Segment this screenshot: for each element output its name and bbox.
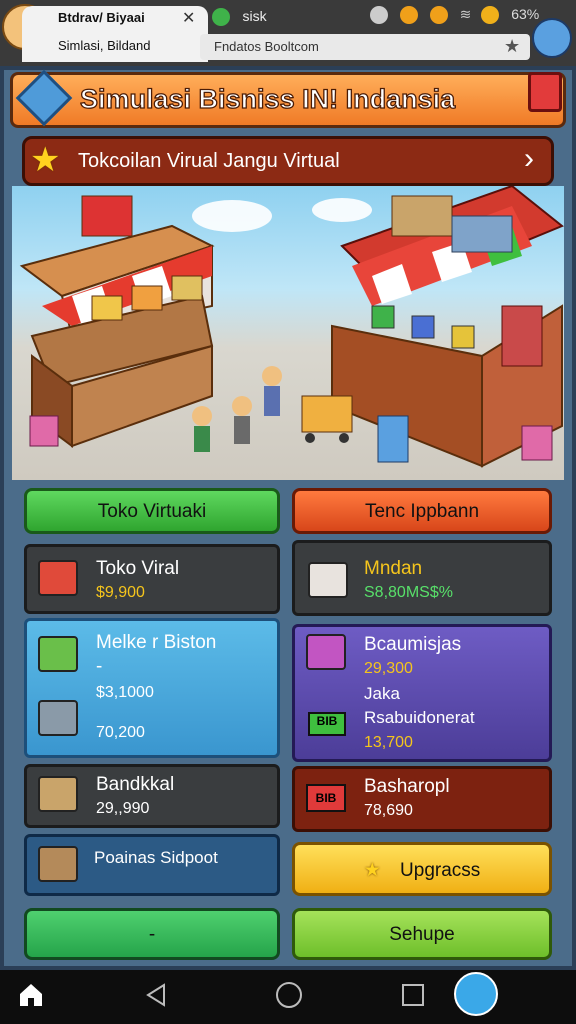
alert-icon <box>481 6 500 25</box>
card-title: Mndan <box>364 558 423 579</box>
bottom-green-label: - <box>148 924 156 945</box>
card-title: Basharopl <box>364 776 450 797</box>
card-title: Poainas Sidpoot <box>94 848 218 867</box>
upgrade-label: Upgracss <box>400 860 481 881</box>
cash-icon <box>38 636 78 672</box>
card-value: 29,300 <box>364 660 413 677</box>
card-value: 29,,990 <box>96 800 150 817</box>
store-box-icon <box>38 560 78 596</box>
card-value-2: 13,700 <box>364 734 413 751</box>
home-icon <box>370 6 388 25</box>
crate-icon <box>38 776 78 812</box>
profile-avatar[interactable] <box>532 18 572 58</box>
close-icon[interactable]: ✕ <box>182 8 195 28</box>
wifi-icon: ≋ <box>459 6 472 22</box>
card-value: S8,80MS$% <box>364 584 453 601</box>
virtual-shop-label: Toko Virtuaki <box>97 501 207 522</box>
browser-tab-2[interactable]: sisk <box>212 8 332 32</box>
game-title: Simulasi Bisniss IN! Indansia <box>79 83 456 114</box>
card-value: 78,690 <box>364 802 413 819</box>
game-scene <box>12 186 564 480</box>
tab-title: Btdrav/ Biyaai <box>58 10 145 25</box>
star-icon: ★ <box>30 141 61 179</box>
shop-orange-label: Tenc Ippbann <box>364 501 480 522</box>
card-title: Bcaumisjas <box>364 634 462 655</box>
banner-text: Tokcoilan Virual Jangu Virtual <box>78 150 340 172</box>
coin-icon <box>429 6 448 25</box>
shops-illustration <box>19 186 564 468</box>
browser-tab-active[interactable]: Btdrav/ Biyaai ✕ Simlasi, Bildand <box>22 6 208 62</box>
card-value: $3,1000 <box>96 684 154 701</box>
tab-favicon-icon <box>212 8 230 26</box>
package-icon <box>308 562 348 598</box>
home-icon[interactable] <box>16 980 46 1010</box>
shop-orange-button[interactable]: Tenc Ippbann <box>292 488 552 534</box>
upgrade-button[interactable]: ★ Upgracss <box>292 842 552 896</box>
tag-badge: BIB <box>306 784 346 812</box>
battery-level: 63% <box>511 6 540 22</box>
card-value-2: 70,200 <box>96 724 145 741</box>
card-line: Jaka <box>364 684 400 703</box>
back-icon[interactable] <box>144 982 170 1008</box>
gift-box-icon <box>306 634 346 670</box>
url-text: Fndatos Booltcom <box>214 39 319 54</box>
card-line: - <box>96 656 103 677</box>
tab2-title: sisk <box>242 8 267 25</box>
gift-icon[interactable] <box>528 72 562 112</box>
virtual-shop-button[interactable]: Toko Virtuaki <box>24 488 280 534</box>
chevron-right-icon[interactable]: › <box>524 142 534 176</box>
setup-label: Sehupe <box>389 924 455 945</box>
tag-text: BIB <box>315 791 337 805</box>
star-icon: ★ <box>363 860 381 881</box>
tab-subtitle: Simlasi, Bildand <box>58 38 151 53</box>
tag-text: BIB <box>316 714 338 728</box>
url-bar[interactable]: Fndatos Booltcom ★ <box>200 34 530 60</box>
recents-icon[interactable] <box>402 984 424 1006</box>
bookmark-star-icon[interactable]: ★ <box>504 36 520 57</box>
setup-button[interactable]: Sehupe <box>292 908 552 960</box>
home-circle-icon[interactable] <box>276 982 302 1008</box>
card-line-3: Rsabuidonerat <box>364 708 475 727</box>
crate-icon <box>38 846 78 882</box>
notification-icon <box>399 6 418 25</box>
card-title: Melke r Biston <box>96 632 217 653</box>
bottom-green-button[interactable]: - <box>24 908 280 960</box>
machine-icon <box>38 700 78 736</box>
app-icon[interactable] <box>454 972 498 1016</box>
card-value: $9,900 <box>96 584 145 601</box>
card-title: Bandkkal <box>96 774 175 795</box>
tag-badge: BIB <box>308 712 346 736</box>
card-title: Toko Viral <box>96 558 180 579</box>
